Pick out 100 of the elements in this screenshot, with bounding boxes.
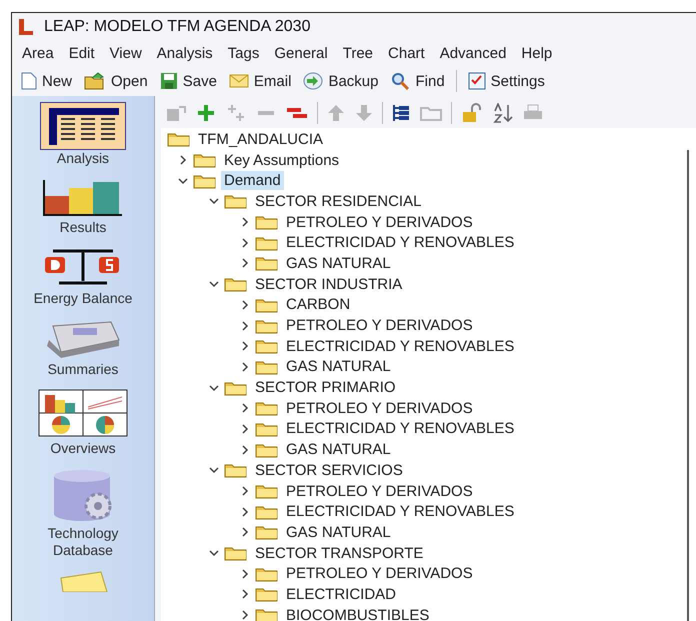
folder-icon [255, 358, 279, 375]
chevron-icon[interactable] [240, 589, 250, 600]
tree-node[interactable]: SECTOR PRIMARIO [252, 378, 399, 398]
folder-icon [255, 296, 279, 313]
floppy-icon [160, 72, 178, 90]
menu-item[interactable]: General [274, 44, 328, 62]
tree-node[interactable]: BIOCOMBUSTIBLES [283, 606, 432, 621]
menu-item[interactable]: Tags [228, 44, 260, 62]
document-icon [21, 72, 37, 90]
toolbar-button[interactable]: Find [389, 72, 446, 90]
app-logo-icon [18, 18, 34, 36]
chevron-icon[interactable] [240, 362, 250, 372]
chevron-icon[interactable] [240, 506, 250, 517]
tree-node[interactable]: SECTOR RESIDENCIAL [252, 192, 424, 211]
menu-item[interactable]: Analysis [156, 44, 213, 62]
menu-item[interactable]: Help [521, 44, 552, 62]
tree-node[interactable]: ELECTRICIDAD Y RENOVABLES [283, 336, 518, 356]
tree-node[interactable]: SECTOR TRANSPORTE [252, 544, 426, 563]
tree-node[interactable]: PETROLEO Y DERIVADOS [283, 564, 476, 584]
tree-node[interactable]: TFM_ANDALUCIA [195, 130, 326, 149]
tree-node[interactable]: Key Assumptions [221, 150, 342, 170]
chevron-icon[interactable] [240, 341, 250, 352]
chevron-icon[interactable] [178, 155, 188, 166]
folder-icon [255, 255, 279, 272]
chevron-icon[interactable] [209, 548, 219, 558]
menu-item[interactable]: View [110, 44, 142, 62]
tree-node[interactable]: Demand [221, 171, 284, 190]
scrollbar-thumb[interactable] [687, 150, 689, 621]
sort-icon[interactable] [492, 103, 514, 123]
folder-icon [255, 607, 279, 621]
chevron-icon[interactable] [209, 196, 219, 206]
tree-node[interactable]: GAS NATURAL [283, 440, 394, 460]
folder-icon [255, 318, 279, 334]
folder-icon [224, 193, 248, 210]
chevron-icon[interactable] [240, 300, 250, 310]
tree-node[interactable]: PETROLEO Y DERIVADOS [283, 398, 476, 418]
folder-icon [167, 131, 191, 148]
tree-node[interactable]: PETROLEO Y DERIVADOS [283, 316, 476, 336]
chevron-icon[interactable] [240, 424, 250, 434]
chevron-icon[interactable] [178, 176, 188, 186]
outline-icon[interactable] [391, 103, 411, 123]
chevron-icon[interactable] [240, 258, 250, 268]
menu-item[interactable]: Chart [388, 44, 425, 62]
menu-item[interactable]: Advanced [440, 44, 506, 62]
tree-node[interactable]: SECTOR SERVICIOS [252, 460, 406, 480]
tree-node[interactable]: PETROLEO Y DERIVADOS [283, 482, 476, 501]
folder-icon [255, 504, 279, 520]
tree-node[interactable]: GAS NATURAL [283, 357, 394, 376]
search-icon [390, 72, 410, 90]
toolbar-button[interactable]: New [20, 72, 74, 90]
sidebar-item[interactable]: Overviews [23, 386, 143, 457]
sidebar-item[interactable]: Summaries [23, 315, 143, 378]
chevron-icon[interactable] [240, 320, 250, 331]
toolbar-button[interactable]: Email [228, 72, 292, 90]
tree-node[interactable]: ELECTRICIDAD Y RENOVABLES [283, 502, 518, 522]
chevron-icon[interactable] [240, 486, 250, 496]
bar-chart-icon [41, 178, 125, 216]
tree-node[interactable]: CARBON [283, 295, 354, 314]
chevron-icon[interactable] [240, 403, 250, 414]
toolbar-button[interactable]: Open [83, 72, 149, 90]
folder-icon [255, 483, 279, 500]
sidebar-item[interactable]: Technology Database [23, 465, 143, 559]
tree-node[interactable]: ELECTRICIDAD Y RENOVABLES [283, 233, 518, 252]
arrow-disc-icon [303, 72, 324, 90]
folder-icon [255, 524, 279, 540]
sidebar-item[interactable]: Energy Balance [23, 244, 143, 307]
folder-icon [255, 586, 279, 602]
tree-node[interactable]: PETROLEO Y DERIVADOS [283, 212, 476, 232]
menu-item[interactable]: Edit [68, 44, 95, 62]
padlock-icon[interactable] [460, 103, 484, 123]
tree-node[interactable]: GAS NATURAL [283, 254, 394, 273]
chevron-icon[interactable] [240, 217, 250, 228]
plus-icon[interactable] [195, 103, 217, 123]
folder-icon [255, 420, 279, 437]
chevron-icon[interactable] [240, 568, 250, 579]
chevron-icon[interactable] [209, 279, 219, 290]
tree-node[interactable]: ELECTRICIDAD [283, 584, 400, 604]
chart-grid-icon [38, 389, 128, 437]
chevron-icon[interactable] [209, 382, 219, 393]
tree-node[interactable]: GAS NATURAL [283, 522, 394, 542]
toolbar-button[interactable]: Backup [302, 72, 380, 90]
menu-item[interactable]: Tree [342, 44, 374, 62]
chevron-icon[interactable] [240, 238, 250, 248]
tree-node[interactable]: SECTOR INDUSTRIA [252, 274, 406, 294]
chevron-icon[interactable] [240, 527, 250, 538]
folder-icon [255, 338, 279, 354]
chevron-icon[interactable] [209, 465, 219, 476]
chevron-icon[interactable] [240, 610, 250, 620]
folder-icon [193, 152, 217, 168]
folder-icon [84, 72, 106, 90]
menu-item[interactable]: Area [22, 44, 54, 62]
tree-node[interactable]: ELECTRICIDAD Y RENOVABLES [283, 419, 518, 438]
toolbar-button[interactable]: Settings [466, 72, 546, 90]
checklist-icon [468, 72, 486, 90]
folder-icon [255, 234, 279, 251]
sidebar-item[interactable]: Results [23, 175, 143, 236]
folder-icon [224, 462, 248, 478]
chevron-icon[interactable] [240, 444, 250, 455]
folder-icon [224, 545, 248, 562]
toolbar-button[interactable]: Save [158, 72, 218, 90]
